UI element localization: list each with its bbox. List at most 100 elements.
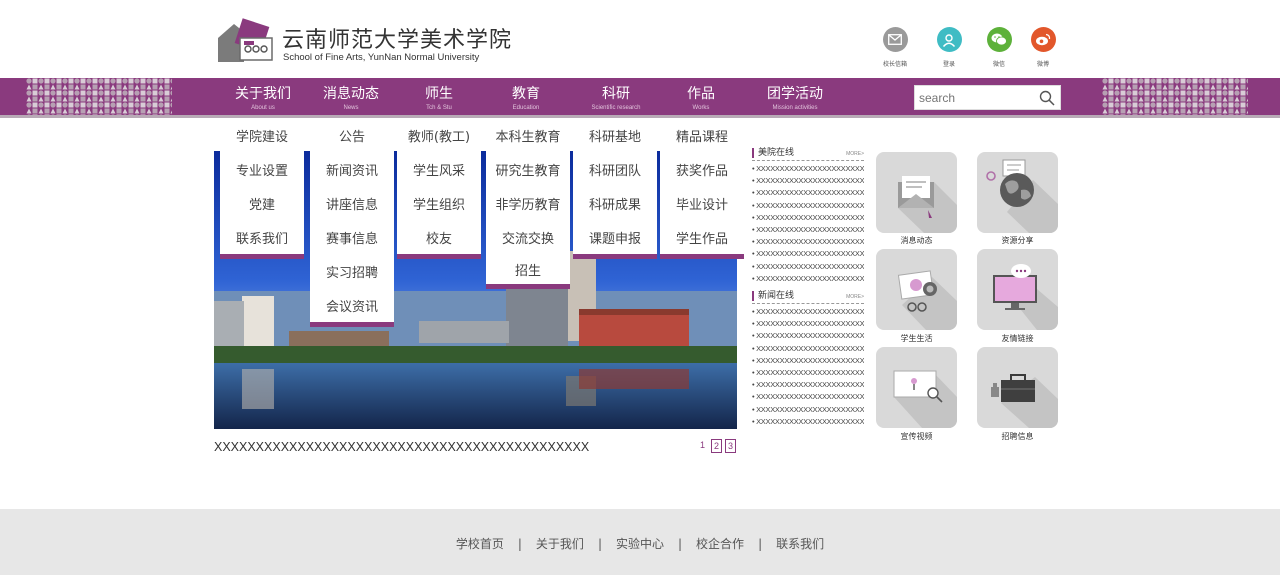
news-list-more-link[interactable]: MORE> <box>846 294 864 300</box>
tile-jobs[interactable] <box>977 347 1058 428</box>
tile-news[interactable] <box>876 152 957 233</box>
search-input[interactable] <box>915 86 1035 109</box>
tile-resources[interactable] <box>977 152 1058 233</box>
list-item[interactable]: • XXXXXXXXXXXXXXXXXXXXXXXXXXX <box>752 200 864 212</box>
dropdown-item[interactable]: 精品课程 <box>660 118 744 152</box>
footer-link-industry[interactable]: 校企合作 <box>696 535 744 552</box>
nav-about[interactable]: 关于我们 About us <box>223 78 303 115</box>
dropdown-item[interactable]: 研究生教育 <box>486 152 570 186</box>
site-logo[interactable]: 云南师范大学美术学院 School of Fine Arts, YunNan N… <box>216 18 516 64</box>
dropdown-item[interactable]: 科研基地 <box>573 118 657 152</box>
footer-link-contact[interactable]: 联系我们 <box>776 535 824 552</box>
nav-activities-sublabel: Mission activities <box>772 104 818 111</box>
dropdown-item[interactable]: 科研团队 <box>573 152 657 186</box>
news-online-panel: 美院在线 MORE> • XXXXXXXXXXXXXXXXXXXXXXXXXXX… <box>752 148 864 285</box>
dropdown-item[interactable]: 新闻资讯 <box>310 152 394 186</box>
dropdown-item[interactable]: 实习招聘 <box>310 254 394 288</box>
dropdown-item[interactable]: 本科生教育 <box>486 118 570 152</box>
footer: 学校首页 | 关于我们 | 实验中心 | 校企合作 | 联系我们 <box>0 509 1280 575</box>
dropdown-item[interactable]: 毕业设计 <box>660 186 744 220</box>
list-item[interactable]: • XXXXXXXXXXXXXXXXXXXXXXXXXXX <box>752 416 864 428</box>
pager-page-1[interactable]: 1 <box>697 439 708 453</box>
logo-title-en: School of Fine Arts, YunNan Normal Unive… <box>283 52 480 63</box>
social-mail[interactable]: 校长信箱 <box>875 27 915 68</box>
footer-link-home[interactable]: 学校首页 <box>456 535 504 552</box>
dropdown-item[interactable]: 学生风采 <box>397 152 481 186</box>
dropdown-item[interactable]: 专业设置 <box>220 152 304 186</box>
tile-links[interactable] <box>977 249 1058 330</box>
dropdown-item[interactable]: 赛事信息 <box>310 220 394 254</box>
list-item[interactable]: • XXXXXXXXXXXXXXXXXXXXXXXXXXX <box>752 379 864 391</box>
nav-works[interactable]: 作品 Works <box>661 78 741 115</box>
list-item[interactable]: • XXXXXXXXXXXXXXXXXXXXXXXXXXX <box>752 355 864 367</box>
news-online-more-link[interactable]: MORE> <box>846 151 864 157</box>
tile-videos-label: 宣传视频 <box>900 432 933 441</box>
list-item[interactable]: • XXXXXXXXXXXXXXXXXXXXXXXXXXX <box>752 212 864 224</box>
nav-research[interactable]: 科研 Scientific research <box>576 78 656 115</box>
news-online-title: 美院在线 <box>752 148 794 158</box>
social-wechat[interactable]: 微信 <box>979 27 1019 68</box>
nav-works-label: 作品 <box>687 85 715 102</box>
list-item[interactable]: • XXXXXXXXXXXXXXXXXXXXXXXXXXX <box>752 273 864 285</box>
nav-activities[interactable]: 团学活动 Mission activities <box>752 78 838 115</box>
list-item[interactable]: • XXXXXXXXXXXXXXXXXXXXXXXXXXX <box>752 306 864 318</box>
list-item[interactable]: • XXXXXXXXXXXXXXXXXXXXXXXXXXX <box>752 175 864 187</box>
dropdown-item[interactable]: 校友 <box>397 220 481 254</box>
tile-student-life[interactable] <box>876 249 957 330</box>
pager-page-3[interactable]: 3 <box>725 439 736 453</box>
footer-links: 学校首页 | 关于我们 | 实验中心 | 校企合作 | 联系我们 <box>0 535 1280 552</box>
list-item[interactable]: • XXXXXXXXXXXXXXXXXXXXXXXXXXX <box>752 343 864 355</box>
list-item[interactable]: • XXXXXXXXXXXXXXXXXXXXXXXXXXX <box>752 236 864 248</box>
nav-education-sublabel: Education <box>512 104 540 111</box>
dropdown-item[interactable]: 交流交换 <box>486 220 570 254</box>
dropdown-item[interactable]: 学院建设 <box>220 118 304 152</box>
footer-link-lab[interactable]: 实验中心 <box>616 535 664 552</box>
pager-page-2[interactable]: 2 <box>711 439 722 453</box>
news-online-header: 美院在线 MORE> <box>752 148 864 161</box>
dropdown-item[interactable]: 会议资讯 <box>310 288 394 322</box>
dropdown-works: 精品课程 获奖作品 毕业设计 学生作品 <box>660 118 744 259</box>
nav-teachers-students[interactable]: 师生 Tch & Stu <box>398 78 480 115</box>
weibo-icon <box>1030 27 1056 52</box>
main-nav: 关于我们 About us 消息动态 News 师生 Tch & Stu 教育 … <box>0 78 1280 118</box>
dropdown-bottom-bar <box>310 322 394 327</box>
list-item[interactable]: • XXXXXXXXXXXXXXXXXXXXXXXXXXX <box>752 224 864 236</box>
dropdown-item[interactable]: 教师(教工) <box>397 118 481 152</box>
list-item[interactable]: • XXXXXXXXXXXXXXXXXXXXXXXXXXX <box>752 163 864 175</box>
dropdown-item[interactable]: 课题申报 <box>573 220 657 254</box>
list-item[interactable]: • XXXXXXXXXXXXXXXXXXXXXXXXXXX <box>752 404 864 416</box>
dropdown-bottom-bar <box>573 254 657 259</box>
dropdown-about: 学院建设 专业设置 党建 联系我们 <box>220 118 304 259</box>
dropdown-news: 公告 新闻资讯 讲座信息 赛事信息 实习招聘 会议资讯 <box>310 118 394 327</box>
nav-news-sublabel: News <box>343 104 359 111</box>
footer-link-about[interactable]: 关于我们 <box>536 535 584 552</box>
tile-videos[interactable] <box>876 347 957 428</box>
list-item[interactable]: • XXXXXXXXXXXXXXXXXXXXXXXXXXX <box>752 261 864 273</box>
nav-education[interactable]: 教育 Education <box>486 78 566 115</box>
briefcase-icon <box>991 374 1058 428</box>
list-item[interactable]: • XXXXXXXXXXXXXXXXXXXXXXXXXXX <box>752 330 864 342</box>
dropdown-item[interactable]: 联系我们 <box>220 220 304 254</box>
nav-news[interactable]: 消息动态 News <box>311 78 391 115</box>
dropdown-item[interactable]: 科研成果 <box>573 186 657 220</box>
social-login[interactable]: 登录 <box>929 27 969 68</box>
nav-education-label: 教育 <box>512 85 540 102</box>
list-item[interactable]: • XXXXXXXXXXXXXXXXXXXXXXXXXXX <box>752 367 864 379</box>
dropdown-item[interactable]: 招生 <box>486 254 570 284</box>
dropdown-item[interactable]: 讲座信息 <box>310 186 394 220</box>
dropdown-item[interactable]: 学生作品 <box>660 220 744 254</box>
dropdown-item[interactable]: 获奖作品 <box>660 152 744 186</box>
dropdown-item[interactable]: 党建 <box>220 186 304 220</box>
list-item[interactable]: • XXXXXXXXXXXXXXXXXXXXXXXXXXX <box>752 318 864 330</box>
list-item[interactable]: • XXXXXXXXXXXXXXXXXXXXXXXXXXX <box>752 248 864 260</box>
search-icon[interactable] <box>1038 89 1056 107</box>
dropdown-teachers-students: 教师(教工) 学生风采 学生组织 校友 <box>397 118 481 259</box>
dropdown-item[interactable]: 学生组织 <box>397 186 481 220</box>
banner-caption[interactable]: XXXXXXXXXXXXXXXXXXXXXXXXXXXXXXXXXXXXXXXX… <box>214 440 589 454</box>
list-item[interactable]: • XXXXXXXXXXXXXXXXXXXXXXXXXXX <box>752 391 864 403</box>
dropdown-bottom-bar <box>486 284 570 289</box>
dropdown-item[interactable]: 非学历教育 <box>486 186 570 220</box>
list-item[interactable]: • XXXXXXXXXXXXXXXXXXXXXXXXXXX <box>752 187 864 199</box>
social-weibo[interactable]: 微博 <box>1023 27 1063 68</box>
dropdown-item[interactable]: 公告 <box>310 118 394 152</box>
